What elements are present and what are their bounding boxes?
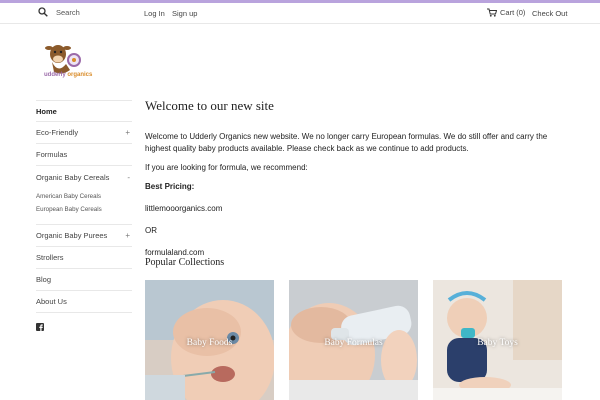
collection-label: Baby Foods bbox=[186, 338, 233, 348]
collection-card-baby-toys[interactable]: Baby Toys bbox=[433, 280, 562, 400]
sidebar-item-organic-baby-cereals[interactable]: Organic Baby Cereals - bbox=[36, 166, 132, 188]
recommend-text: If you are looking for formula, we recom… bbox=[145, 163, 308, 172]
signup-link[interactable]: Sign up bbox=[172, 9, 197, 18]
link-littlemooorganics[interactable]: littlemooorganics.com bbox=[145, 203, 565, 215]
cereals-submenu: American Baby Cereals European Baby Cere… bbox=[36, 188, 132, 225]
main-content: Welcome to our new site Welcome to Udder… bbox=[145, 98, 565, 259]
logo-wordmark[interactable]: udderly organics bbox=[44, 72, 92, 78]
checkout-link[interactable]: Check Out bbox=[532, 9, 567, 18]
search-box[interactable] bbox=[38, 7, 126, 17]
page-title: Welcome to our new site bbox=[145, 98, 274, 113]
sidebar-item-label: Organic Baby Cereals bbox=[36, 172, 110, 182]
sidebar-item-organic-baby-purees[interactable]: Organic Baby Purees + bbox=[36, 225, 132, 247]
search-icon[interactable] bbox=[38, 7, 48, 17]
login-link[interactable]: Log In bbox=[144, 9, 165, 18]
logo-udderly: udderly bbox=[44, 72, 66, 78]
collection-label: Baby Toys bbox=[477, 338, 518, 348]
cart-link[interactable]: Cart (0) bbox=[487, 8, 525, 17]
sidebar-item-label: Strollers bbox=[36, 253, 64, 262]
sidebar-item-home[interactable]: Home bbox=[36, 100, 132, 122]
collection-label: Baby Formulas bbox=[324, 338, 383, 348]
cart-label: Cart (0) bbox=[500, 8, 526, 17]
sidebar-item-about-us[interactable]: About Us bbox=[36, 291, 132, 313]
or-text: OR bbox=[145, 226, 157, 235]
sidebar-item-eco-friendly[interactable]: Eco-Friendly + bbox=[36, 122, 132, 144]
sidebar-item-label: Blog bbox=[36, 275, 52, 284]
logo-organics: organics bbox=[67, 72, 93, 78]
sidebar-item-label: Home bbox=[36, 106, 57, 116]
sidebar-item-label: Organic Baby Purees bbox=[36, 231, 108, 240]
collections-heading: Popular Collections bbox=[145, 257, 225, 268]
sidebar-item-formulas[interactable]: Formulas bbox=[36, 144, 132, 166]
collection-card-baby-formulas[interactable]: Baby Formulas bbox=[289, 280, 418, 400]
collection-card-baby-foods[interactable]: Baby Foods bbox=[145, 280, 274, 400]
top-bar: Log In Sign up Cart (0) Check Out bbox=[0, 3, 600, 24]
welcome-paragraph: Welcome to Udderly Organics new website.… bbox=[145, 132, 548, 153]
cart-icon bbox=[487, 8, 497, 17]
sidebar-subitem-american-baby-cereals[interactable]: American Baby Cereals bbox=[36, 190, 132, 203]
search-input[interactable] bbox=[56, 7, 126, 17]
expand-plus-icon[interactable]: + bbox=[125, 231, 130, 240]
collapse-minus-icon[interactable]: - bbox=[127, 173, 130, 182]
facebook-icon[interactable] bbox=[36, 323, 44, 331]
sidebar-item-strollers[interactable]: Strollers bbox=[36, 247, 132, 269]
sidebar-subitem-european-baby-cereals[interactable]: European Baby Cereals bbox=[36, 203, 132, 216]
sidebar-item-label: Formulas bbox=[36, 150, 68, 159]
sidebar-nav: Home Eco-Friendly + Formulas Organic Baby… bbox=[36, 100, 132, 336]
sidebar-item-label: About Us bbox=[36, 297, 67, 306]
sidebar-item-label: Eco-Friendly bbox=[36, 128, 79, 137]
expand-plus-icon[interactable]: + bbox=[125, 128, 130, 137]
best-pricing-heading: Best Pricing: bbox=[145, 182, 195, 191]
sidebar-item-blog[interactable]: Blog bbox=[36, 269, 132, 291]
